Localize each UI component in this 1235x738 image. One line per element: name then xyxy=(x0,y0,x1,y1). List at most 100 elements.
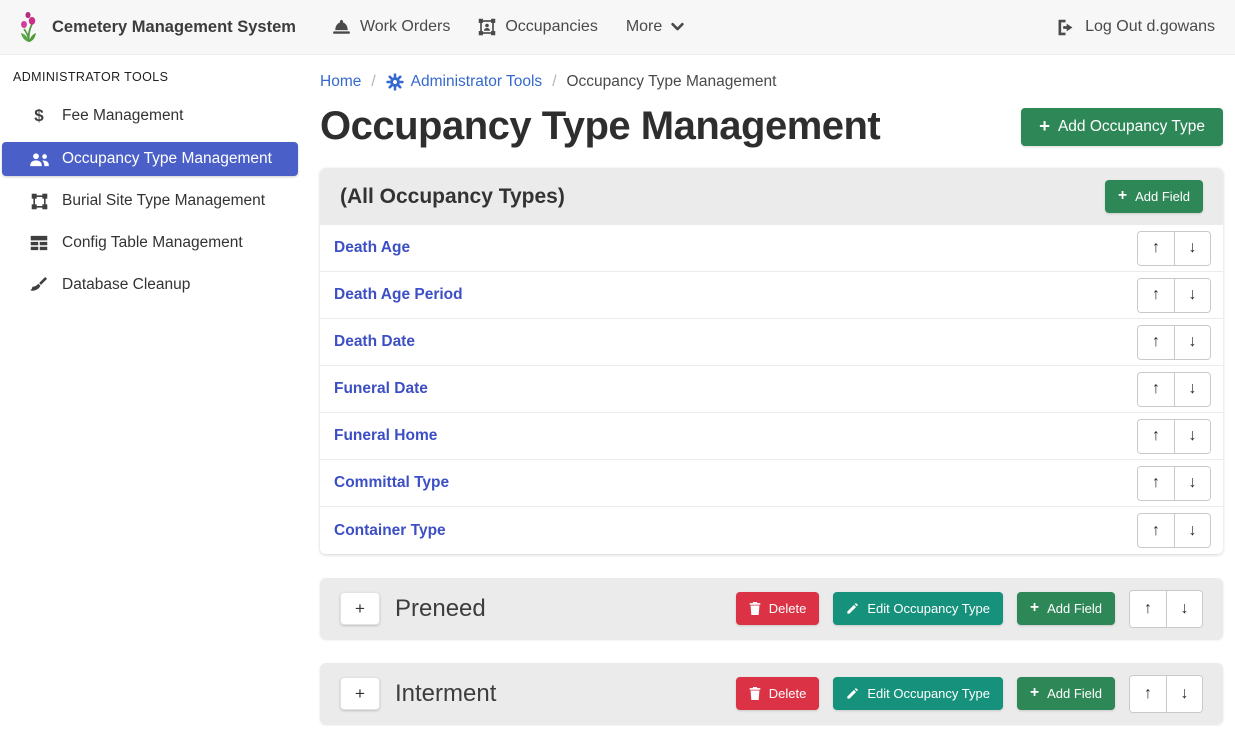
move-up-button[interactable]: ↑ xyxy=(1138,232,1174,265)
page-layout: ADMINISTRATOR TOOLS $ Fee Management Occ… xyxy=(0,55,1235,738)
edit-occupancy-type-label: Edit Occupancy Type xyxy=(867,686,990,701)
occupancy-type-section-interment: + Interment Delete xyxy=(320,663,1223,724)
broom-icon xyxy=(28,277,50,293)
nav-item-work-orders[interactable]: Work Orders xyxy=(318,18,464,36)
nav-item-label: Work Orders xyxy=(360,18,450,36)
sidebar-item-burial-site-type-management[interactable]: Burial Site Type Management xyxy=(2,184,298,218)
reorder-controls: ↑ ↓ xyxy=(1137,278,1211,313)
move-down-button[interactable]: ↓ xyxy=(1166,676,1202,712)
pencil-icon xyxy=(846,687,859,700)
vector-square-icon xyxy=(28,193,50,210)
edit-occupancy-type-label: Edit Occupancy Type xyxy=(867,601,990,616)
arrow-down-icon: ↓ xyxy=(1189,380,1197,398)
plus-icon: + xyxy=(1030,602,1039,614)
breadcrumb-separator: / xyxy=(552,73,556,91)
field-link-container-type[interactable]: Container Type xyxy=(334,522,446,540)
field-link-death-date[interactable]: Death Date xyxy=(334,333,415,351)
move-up-button[interactable]: ↑ xyxy=(1138,373,1174,406)
chevron-down-icon xyxy=(671,22,684,32)
arrow-up-icon: ↑ xyxy=(1152,380,1160,398)
app-title: Cemetery Management System xyxy=(52,18,296,37)
sidebar-item-label: Burial Site Type Management xyxy=(62,192,265,210)
breadcrumb-admin-tools-link[interactable]: Administrator Tools xyxy=(386,73,543,91)
logout-button[interactable]: Log Out d.gowans xyxy=(1056,18,1219,36)
delete-button[interactable]: Delete xyxy=(736,592,820,625)
move-up-button[interactable]: ↑ xyxy=(1130,591,1166,627)
move-down-button[interactable]: ↓ xyxy=(1174,514,1210,547)
edit-occupancy-type-button[interactable]: Edit Occupancy Type xyxy=(833,677,1003,710)
move-up-button[interactable]: ↑ xyxy=(1138,467,1174,500)
move-down-button[interactable]: ↓ xyxy=(1174,326,1210,359)
nav-item-occupancies[interactable]: Occupancies xyxy=(464,18,612,36)
move-up-button[interactable]: ↑ xyxy=(1138,279,1174,312)
table-icon xyxy=(28,235,50,251)
reorder-controls: ↑ ↓ xyxy=(1137,231,1211,266)
reorder-controls: ↑ ↓ xyxy=(1129,675,1203,713)
arrow-up-icon: ↑ xyxy=(1152,286,1160,304)
page-title: Occupancy Type Management xyxy=(320,104,880,149)
add-occupancy-type-button[interactable]: + Add Occupancy Type xyxy=(1021,108,1223,146)
field-link-death-age[interactable]: Death Age xyxy=(334,239,410,257)
sidebar-item-database-cleanup[interactable]: Database Cleanup xyxy=(2,268,298,302)
move-up-button[interactable]: ↑ xyxy=(1138,420,1174,453)
all-occupancy-types-title: (All Occupancy Types) xyxy=(340,185,565,209)
move-down-button[interactable]: ↓ xyxy=(1166,591,1202,627)
field-row: Committal Type ↑ ↓ xyxy=(320,460,1223,507)
move-down-button[interactable]: ↓ xyxy=(1174,420,1210,453)
add-field-button[interactable]: + Add Field xyxy=(1105,180,1203,213)
field-link-death-age-period[interactable]: Death Age Period xyxy=(334,286,463,304)
nav-item-label: Occupancies xyxy=(505,18,598,36)
sidebar-item-label: Fee Management xyxy=(62,107,184,125)
move-down-button[interactable]: ↓ xyxy=(1174,467,1210,500)
users-icon xyxy=(28,152,50,167)
reorder-controls: ↑ ↓ xyxy=(1137,466,1211,501)
sidebar-item-fee-management[interactable]: $ Fee Management xyxy=(2,98,298,134)
add-field-button[interactable]: + Add Field xyxy=(1017,592,1115,625)
delete-label: Delete xyxy=(769,686,807,701)
delete-label: Delete xyxy=(769,601,807,616)
nav-item-more[interactable]: More xyxy=(612,18,698,36)
move-up-button[interactable]: ↑ xyxy=(1138,514,1174,547)
sidebar-item-label: Occupancy Type Management xyxy=(62,150,272,168)
edit-occupancy-type-button[interactable]: Edit Occupancy Type xyxy=(833,592,1003,625)
add-field-label: Add Field xyxy=(1135,189,1190,204)
field-row: Death Date ↑ ↓ xyxy=(320,319,1223,366)
field-link-committal-type[interactable]: Committal Type xyxy=(334,474,449,492)
dollar-icon: $ xyxy=(28,106,50,126)
move-down-button[interactable]: ↓ xyxy=(1174,232,1210,265)
arrow-up-icon: ↑ xyxy=(1144,600,1152,618)
arrow-down-icon: ↓ xyxy=(1189,239,1197,257)
sidebar-item-config-table-management[interactable]: Config Table Management xyxy=(2,226,298,260)
delete-button[interactable]: Delete xyxy=(736,677,820,710)
arrow-down-icon: ↓ xyxy=(1189,427,1197,445)
field-link-funeral-date[interactable]: Funeral Date xyxy=(334,380,428,398)
move-down-button[interactable]: ↓ xyxy=(1174,373,1210,406)
expand-section-button[interactable]: + xyxy=(340,592,380,625)
trash-icon xyxy=(749,602,761,615)
tulip-logo-icon xyxy=(16,11,42,43)
top-navbar: Cemetery Management System Work Orders xyxy=(0,0,1235,55)
arrow-down-icon: ↓ xyxy=(1189,333,1197,351)
arrow-up-icon: ↑ xyxy=(1152,333,1160,351)
all-occupancy-types-header: (All Occupancy Types) + Add Field xyxy=(320,168,1223,225)
move-up-button[interactable]: ↑ xyxy=(1138,326,1174,359)
move-up-button[interactable]: ↑ xyxy=(1130,676,1166,712)
arrow-up-icon: ↑ xyxy=(1152,474,1160,492)
add-field-label: Add Field xyxy=(1047,601,1102,616)
breadcrumb-home-link[interactable]: Home xyxy=(320,73,361,91)
trash-icon xyxy=(749,687,761,700)
sidebar-item-occupancy-type-management[interactable]: Occupancy Type Management xyxy=(2,142,298,176)
arrow-up-icon: ↑ xyxy=(1152,522,1160,540)
expand-section-button[interactable]: + xyxy=(340,677,380,710)
arrow-up-icon: ↑ xyxy=(1144,685,1152,703)
sign-out-icon xyxy=(1056,19,1075,36)
all-occupancy-types-card: (All Occupancy Types) + Add Field Death … xyxy=(320,168,1223,554)
arrow-down-icon: ↓ xyxy=(1189,474,1197,492)
add-field-button[interactable]: + Add Field xyxy=(1017,677,1115,710)
main-content: Home / Ad xyxy=(300,55,1235,738)
app-brand[interactable]: Cemetery Management System xyxy=(16,11,296,43)
portrait-icon xyxy=(478,18,496,36)
move-down-button[interactable]: ↓ xyxy=(1174,279,1210,312)
section-title: Interment xyxy=(395,680,736,708)
field-link-funeral-home[interactable]: Funeral Home xyxy=(334,427,437,445)
